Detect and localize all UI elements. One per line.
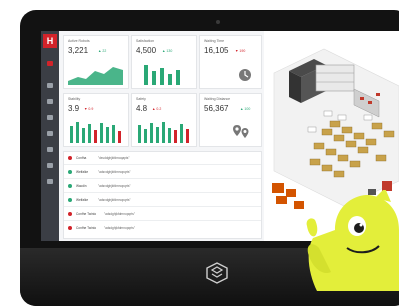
bar-chart <box>70 122 121 143</box>
metric-title: Safety <box>136 97 146 101</box>
status-dot <box>68 155 72 160</box>
metric-change: ▼ 190 <box>235 49 246 53</box>
activity-feed: Confha "dsvddghjkfdmoqapts" Welfalke "ad… <box>63 151 262 239</box>
metric-title: Waiting Time <box>204 39 225 43</box>
feed-name: Confha <box>76 156 87 160</box>
feed-row[interactable]: Confhe Twinio "adsdghjkfdmnopqrts" <box>64 208 261 221</box>
status-dot <box>68 183 72 188</box>
metric-value: 4.8 <box>136 104 148 113</box>
metric-card-satisfaction[interactable]: Satisfaction 4,500 ▲ 130 <box>131 35 197 89</box>
feed-row[interactable]: Wacdin "adsvdghjkfdmnopqrts" <box>64 180 261 193</box>
sidebar: H <box>41 31 59 241</box>
clock-icon <box>239 69 251 81</box>
bar-chart <box>144 65 180 85</box>
metric-title: Stability <box>68 97 81 101</box>
status-dot <box>68 225 72 230</box>
feed-message: "adsdghjkfdmnopqrts" <box>104 226 135 230</box>
nav-robots-icon[interactable] <box>47 99 53 104</box>
metric-title: Active Robots <box>68 39 90 43</box>
metric-change: ▲ 100 <box>240 107 251 111</box>
feed-name: Welfalke <box>76 198 89 202</box>
metric-card-waiting-distance[interactable]: Waiting Distance 56,367 ▲ 100 <box>199 93 262 147</box>
feed-row[interactable]: Confhe Twinio "adsdghjkfdmnopqrts" <box>64 222 261 234</box>
nav-settings-icon[interactable] <box>47 179 53 184</box>
feed-message: "adsvdghjkfdmnopqrts" <box>98 184 131 188</box>
bar-chart <box>138 122 189 143</box>
feed-name: Wacdin <box>76 184 87 188</box>
metric-value: 56,367 <box>204 104 229 113</box>
metric-change: ▼ 0.9 <box>84 107 94 111</box>
feed-name: Confhe Twinio <box>76 212 97 216</box>
metric-card-active-robots[interactable]: Active Robots 3,221 ▲ 22 <box>63 35 129 89</box>
metric-title: Satisfaction <box>136 39 155 43</box>
metric-title: Waiting Distance <box>204 97 231 101</box>
dashboard-panel: Active Robots 3,221 ▲ 22 Satisfaction 4,… <box>59 31 264 241</box>
metric-value: 3.9 <box>68 104 80 113</box>
nav-users-icon[interactable] <box>47 163 53 168</box>
status-dot <box>68 211 72 216</box>
feed-message: "adsvdghjkfdmnopqrts" <box>98 170 131 174</box>
area-chart <box>68 67 123 85</box>
mascot-character <box>306 190 399 291</box>
metric-value: 4,500 <box>136 46 157 55</box>
brand-logo[interactable]: H <box>43 34 57 48</box>
feed-message: "adsvdghjkfdmnopqrts" <box>98 198 131 202</box>
nav-messages-icon[interactable] <box>47 115 53 120</box>
webcam-icon <box>216 20 220 24</box>
nav-tools-icon[interactable] <box>47 147 53 152</box>
metric-value: 3,221 <box>68 46 89 55</box>
status-dot <box>68 197 72 202</box>
nav-dashboard-icon[interactable] <box>47 61 53 66</box>
metric-card-waiting-time[interactable]: Waiting Time 16,105 ▼ 190 <box>199 35 262 89</box>
feed-name: Confhe Twinio <box>76 226 97 230</box>
status-dot <box>68 169 72 174</box>
nav-reports-icon[interactable] <box>47 131 53 136</box>
nav-analytics-icon[interactable] <box>47 83 53 88</box>
feed-row[interactable]: Welfalke "adsvdghjkfdmnopqrts" <box>64 194 261 207</box>
feed-row[interactable]: Confha "dsvddghjkfdmoqapts" <box>64 152 261 165</box>
metric-card-safety[interactable]: Safety 4.8 ▲ 0.2 <box>131 93 197 147</box>
feed-row[interactable]: Welfalke "adsvdghjkfdmnopqrts" <box>64 166 261 179</box>
location-pin-icon <box>233 125 249 138</box>
metric-change: ▲ 130 <box>162 49 173 53</box>
feed-message: "adsdghjkfdmnopqrts" <box>104 212 135 216</box>
monitor-logo-icon <box>206 262 228 284</box>
metric-change: ▲ 22 <box>98 49 107 53</box>
metric-card-stability[interactable]: Stability 3.9 ▼ 0.9 <box>63 93 129 147</box>
feed-name: Welfalke <box>76 170 89 174</box>
metric-value: 16,105 <box>204 46 229 55</box>
metric-change: ▲ 0.2 <box>152 107 162 111</box>
feed-message: "dsvddghjkfdmoqapts" <box>98 156 130 160</box>
